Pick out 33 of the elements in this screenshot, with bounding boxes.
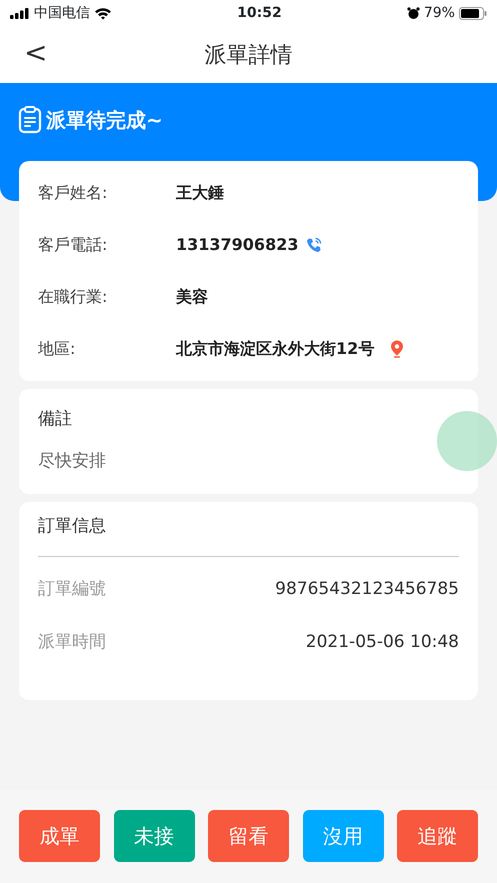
note-text: 尽快安排 [38,450,107,472]
battery-icon [458,7,487,20]
field-label: 地區: [38,338,76,360]
alarm-icon [406,7,420,20]
clipboard-icon [18,106,42,134]
order-value: 2021-05-06 10:48 [306,631,459,654]
action-button[interactable]: 留看 [208,810,289,862]
field-value: 北京市海淀区永外大街12号 [176,338,374,360]
action-button[interactable]: 沒用 [302,810,384,862]
field-value: 王大錘 [176,182,224,204]
order-label: 訂單編號 [38,578,106,602]
field-label: 客戶姓名: [38,182,108,204]
wifi-icon [94,7,112,20]
field-label: 客戶電話: [38,234,108,256]
status-title: 派單待完成~ [46,107,163,134]
signal-icon [10,8,30,19]
phone-icon[interactable] [306,237,322,253]
battery-percent: 79% [424,4,455,23]
carrier-name: 中国电信 [34,4,90,23]
section-title: 備註 [38,408,73,431]
action-button[interactable]: 追蹤 [397,810,478,862]
action-button[interactable]: 未接 [114,810,194,862]
page-title: 派單詳情 [204,42,292,70]
field-value: 美容 [176,286,208,308]
order-value: 98765432123456785 [275,578,459,602]
back-button[interactable]: < [18,35,54,72]
location-pin-icon[interactable] [390,340,404,358]
action-button[interactable]: 成單 [19,810,100,862]
section-title: 訂單信息 [38,515,107,538]
field-value: 13137906823 [176,234,298,256]
field-label: 在職行業: [38,286,108,308]
order-label: 派單時間 [38,631,106,654]
status-time: 10:52 [237,4,282,23]
